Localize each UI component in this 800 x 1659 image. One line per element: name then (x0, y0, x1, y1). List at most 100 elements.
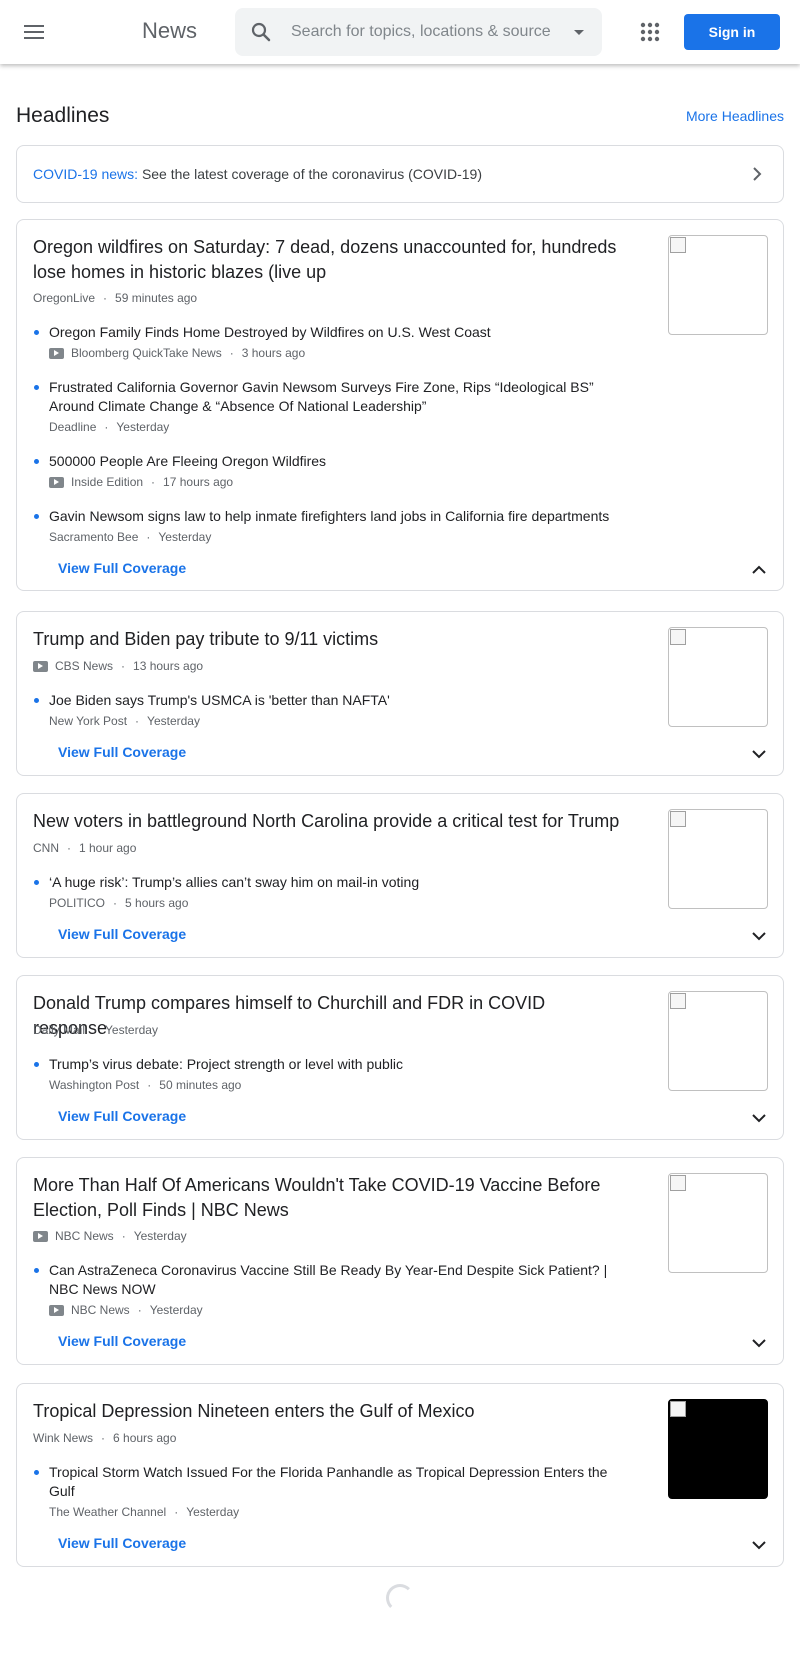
search-input[interactable] (291, 20, 551, 44)
related-meta: Sacramento Bee · Yesterday (49, 530, 212, 544)
top-app-bar: News Sign in (0, 0, 800, 64)
loading-spinner-icon (386, 1584, 414, 1612)
story-thumbnail[interactable] (668, 1173, 768, 1273)
related-title[interactable]: 500000 People Are Fleeing Oregon Wildfir… (49, 452, 629, 471)
related-source[interactable]: Bloomberg QuickTake News (71, 346, 222, 360)
story-meta: CBS News · 13 hours ago (33, 659, 203, 673)
main-menu-icon[interactable] (16, 14, 52, 50)
search-options-dropdown-icon[interactable] (569, 22, 589, 47)
related-title[interactable]: Gavin Newsom signs law to help inmate fi… (49, 507, 629, 526)
broken-image-icon (670, 1401, 686, 1417)
related-title[interactable]: ‘A huge risk’: Trump’s allies can’t sway… (49, 873, 629, 892)
related-meta: Washington Post · 50 minutes ago (49, 1078, 242, 1092)
view-full-coverage-link[interactable]: View Full Coverage (58, 926, 186, 942)
expand-chevron-down-icon[interactable] (747, 1533, 771, 1557)
story-source[interactable]: CNN (33, 841, 59, 855)
view-full-coverage-link[interactable]: View Full Coverage (58, 1535, 186, 1551)
covid-banner-label: COVID-19 news: (33, 166, 139, 182)
bullet-icon (34, 698, 39, 703)
story-time: Yesterday (105, 1023, 158, 1037)
collapse-chevron-up-icon[interactable] (747, 558, 771, 582)
story-thumbnail[interactable] (668, 627, 768, 727)
related-title[interactable]: Can AstraZeneca Coronavirus Vaccine Stil… (49, 1261, 629, 1299)
sign-in-button[interactable]: Sign in (684, 14, 780, 50)
related-meta: The Weather Channel · Yesterday (49, 1505, 240, 1519)
story-source[interactable]: Wink News (33, 1431, 93, 1445)
story-card: New voters in battleground North Carolin… (16, 793, 784, 958)
related-time: 3 hours ago (241, 346, 306, 360)
bullet-icon (34, 459, 39, 464)
story-card: Tropical Depression Nineteen enters the … (16, 1383, 784, 1567)
video-icon (33, 660, 48, 672)
story-thumbnail[interactable] (668, 1399, 768, 1499)
story-title[interactable]: Trump and Biden pay tribute to 9/11 vict… (33, 627, 623, 652)
story-thumbnail[interactable] (668, 235, 768, 335)
related-title[interactable]: Joe Biden says Trump's USMCA is 'better … (49, 691, 629, 710)
story-card: Donald Trump compares himself to Churchi… (16, 975, 784, 1140)
broken-image-icon (670, 237, 686, 253)
related-time: Yesterday (149, 1303, 203, 1317)
broken-image-icon (670, 993, 686, 1009)
story-title[interactable]: Tropical Depression Nineteen enters the … (33, 1399, 623, 1424)
search-box (235, 8, 602, 56)
video-icon (49, 1304, 64, 1316)
related-time: Yesterday (158, 530, 212, 544)
related-time: 5 hours ago (125, 896, 189, 910)
view-full-coverage-link[interactable]: View Full Coverage (58, 560, 186, 576)
story-source[interactable]: NBC News (55, 1229, 114, 1243)
video-icon (49, 347, 64, 359)
related-meta: Bloomberg QuickTake News · 3 hours ago (49, 346, 629, 360)
related-article: Joe Biden says Trump's USMCA is 'better … (34, 691, 629, 728)
expand-chevron-down-icon[interactable] (747, 742, 771, 766)
related-source[interactable]: NBC News (71, 1303, 130, 1317)
expand-chevron-down-icon[interactable] (747, 924, 771, 948)
story-card: More Than Half Of Americans Wouldn't Tak… (16, 1157, 784, 1365)
news-logo[interactable]: News (142, 18, 197, 44)
search-icon[interactable] (249, 20, 273, 49)
related-source[interactable]: Deadline (49, 420, 96, 434)
related-source[interactable]: Washington Post (49, 1078, 139, 1092)
related-title[interactable]: Frustrated California Governor Gavin New… (49, 378, 629, 416)
related-source[interactable]: Sacramento Bee (49, 530, 138, 544)
related-article: Gavin Newsom signs law to help inmate fi… (34, 507, 629, 544)
related-title[interactable]: Oregon Family Finds Home Destroyed by Wi… (49, 323, 629, 342)
related-meta: New York Post · Yesterday (49, 714, 200, 728)
expand-chevron-down-icon[interactable] (747, 1106, 771, 1130)
related-article: Frustrated California Governor Gavin New… (34, 378, 629, 434)
bullet-icon (34, 330, 39, 335)
story-source[interactable]: CBS News (55, 659, 113, 673)
related-source[interactable]: Inside Edition (71, 475, 143, 489)
related-article: Can AstraZeneca Coronavirus Vaccine Stil… (34, 1261, 629, 1317)
story-title[interactable]: More Than Half Of Americans Wouldn't Tak… (33, 1173, 623, 1223)
related-source[interactable]: POLITICO (49, 896, 105, 910)
story-thumbnail[interactable] (668, 809, 768, 909)
story-source[interactable]: Daily Mail (33, 1023, 85, 1037)
expand-chevron-down-icon[interactable] (747, 1331, 771, 1355)
related-source[interactable]: New York Post (49, 714, 127, 728)
story-source[interactable]: OregonLive (33, 291, 95, 305)
view-full-coverage-link[interactable]: View Full Coverage (58, 1333, 186, 1349)
story-title[interactable]: Oregon wildfires on Saturday: 7 dead, do… (33, 235, 623, 285)
story-title[interactable]: New voters in battleground North Carolin… (33, 809, 623, 834)
related-article: Oregon Family Finds Home Destroyed by Wi… (34, 323, 629, 360)
covid-news-banner[interactable]: COVID-19 news: See the latest coverage o… (16, 145, 784, 203)
related-title[interactable]: Trump’s virus debate: Project strength o… (49, 1055, 629, 1074)
bullet-icon (34, 1470, 39, 1475)
related-meta: POLITICO · 5 hours ago (49, 896, 189, 910)
story-meta: CNN · 1 hour ago (33, 841, 137, 855)
story-time: 59 minutes ago (115, 291, 198, 305)
section-title: Headlines (16, 104, 110, 127)
related-source[interactable]: The Weather Channel (49, 1505, 166, 1519)
bullet-icon (34, 385, 39, 390)
story-card: Oregon wildfires on Saturday: 7 dead, do… (16, 219, 784, 591)
story-thumbnail[interactable] (668, 991, 768, 1091)
view-full-coverage-link[interactable]: View Full Coverage (58, 744, 186, 760)
google-apps-icon[interactable] (636, 18, 664, 46)
view-full-coverage-link[interactable]: View Full Coverage (58, 1108, 186, 1124)
covid-banner-text: COVID-19 news: See the latest coverage o… (33, 166, 482, 182)
story-time: 6 hours ago (113, 1431, 177, 1445)
story-card: Trump and Biden pay tribute to 9/11 vict… (16, 611, 784, 776)
related-time: Yesterday (186, 1505, 240, 1519)
related-title[interactable]: Tropical Storm Watch Issued For the Flor… (49, 1463, 629, 1501)
more-headlines-link[interactable]: More Headlines (686, 108, 784, 124)
